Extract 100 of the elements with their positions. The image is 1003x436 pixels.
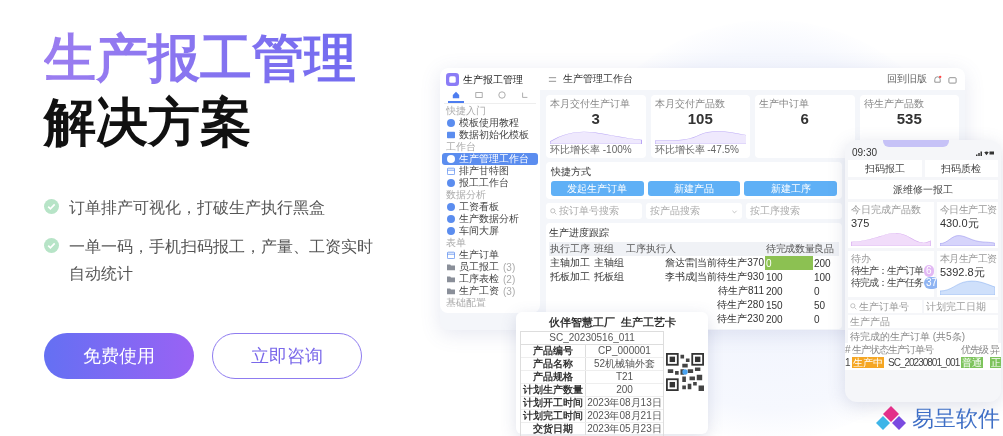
sidebar-item[interactable]: 报工工作台 [442, 177, 538, 189]
column-header: 执行工序 [549, 242, 593, 256]
menu-icon[interactable] [548, 74, 557, 84]
stat-value: 535 [895, 110, 923, 128]
sidebar-item[interactable]: 生产工资 (3) [442, 285, 538, 297]
card-title: 生产工艺卡 [620, 315, 676, 329]
status-icons [976, 149, 994, 156]
phone-time: 09:30 [852, 147, 878, 158]
todo-item[interactable]: 待完成：生产任务 [851, 277, 923, 289]
app-name: 生产报工管理 [463, 72, 523, 87]
scan-tile[interactable]: 扫码质检 [924, 160, 998, 177]
report-tile[interactable]: 派维修一报工 [848, 180, 998, 199]
check-icon [44, 238, 59, 253]
field-label: 产品规格 [521, 371, 586, 383]
sidebar-item[interactable]: 数据初始化模板 [442, 129, 538, 141]
field-value: T21 [614, 371, 635, 383]
field-value: 200 [615, 384, 634, 396]
table-cell: 托板加工 [550, 271, 590, 282]
table-cell: 50 [814, 299, 826, 311]
stat-value: 5392.8元 [940, 266, 985, 278]
nav-tab[interactable] [447, 89, 464, 103]
column-header: # [845, 344, 850, 355]
field-label: 计划开工时间 [521, 397, 586, 409]
table-cell: 李书成|当前待生产930 [664, 271, 764, 282]
sidebar-item[interactable]: 排产甘特图 [442, 165, 538, 177]
stat-label: 今日生产工资 [940, 204, 997, 215]
section-heading: 数据分析 [445, 189, 487, 201]
old-version-link[interactable]: 回到旧版 [887, 72, 927, 86]
table-cell: 100 [814, 271, 831, 283]
list-title: 待完成的生产订单 (共5条) [850, 331, 965, 342]
table-cell-text: 200 [765, 312, 784, 326]
todo-item[interactable]: 待生产：生产订单 [851, 265, 923, 277]
briefcase-icon[interactable] [948, 74, 957, 84]
stat-label: 本月交付产品数 [654, 98, 726, 110]
workspace-title[interactable]: 生产管理工作台 [563, 72, 633, 86]
order-code: SC_20230516_011 [521, 332, 663, 345]
field-label: 计划生产数量 [521, 384, 586, 396]
column-header: 良品 [813, 242, 839, 256]
app-logo-icon [446, 73, 459, 86]
page-icon [447, 179, 455, 187]
corner-icon [520, 91, 529, 99]
table-cell: 詹达雷|当前待生产370 [664, 257, 764, 268]
home-icon [451, 91, 460, 99]
stat-label: 生产中订单 [759, 98, 810, 110]
panel-title: 生产进度跟踪 [549, 227, 609, 238]
column-header: 班组 [593, 242, 625, 256]
column-header: 生产状态 [852, 344, 888, 355]
priority-tag: 普通 [961, 357, 983, 368]
table-cell: 主轴加工 [550, 257, 590, 268]
table-cell: 0 [814, 285, 820, 297]
page-icon [447, 119, 455, 127]
consult-button[interactable]: 立即咨询 [212, 333, 362, 379]
growth-rate: 环比增长率 -47.5% [654, 144, 740, 155]
sidebar-item[interactable]: 生产订单 [442, 249, 538, 261]
area-sparkline [940, 279, 995, 295]
field-value: 52机械轴外套 [592, 358, 657, 370]
sidebar-item[interactable]: 员工报工 (3) [442, 261, 538, 273]
stat-label: 本月生产工资 [940, 253, 997, 264]
hero-subtitle: 解决方案 [44, 91, 253, 154]
column-header: 异 [990, 344, 999, 355]
free-trial-button[interactable]: 免费使用 [44, 333, 194, 379]
stat-value: 375 [851, 217, 870, 229]
section-heading: 表单 [445, 237, 467, 249]
table-cell: 托板组 [594, 271, 624, 282]
feature-text: 订单排产可视化，打破生产执行黑盒 [69, 197, 325, 219]
phone-notch [883, 140, 949, 147]
sidebar-item[interactable]: 生产数据分析 [442, 213, 538, 225]
table-cell: 待生产280 [717, 299, 764, 310]
scan-tile[interactable]: 扫码报工 [848, 160, 922, 177]
section-heading: 工作台 [445, 141, 477, 153]
field-value: 2023年05月23日 [586, 423, 663, 435]
sidebar-item[interactable]: 模板使用教程 [442, 117, 538, 129]
todo-title: 待办 [851, 253, 871, 264]
stat-label: 待生产产品数 [863, 98, 925, 110]
sidebar-item[interactable]: 车间大屏 [442, 225, 538, 237]
grid-icon [447, 131, 455, 139]
table-cell-text: 200 [765, 284, 784, 298]
stat-value: 105 [686, 110, 714, 128]
table-cell: 待生产230 [717, 313, 764, 324]
table-cell: 0 [814, 313, 820, 325]
page-icon [447, 155, 455, 163]
table-cell-text: 150 [765, 298, 784, 312]
sidebar-item[interactable]: 工序表检 (2) [442, 273, 538, 285]
column-header: 生产订单号 [888, 344, 933, 355]
calendar-icon [447, 251, 455, 259]
sidebar-item[interactable]: 工资看板 [442, 201, 538, 213]
calendar-icon [447, 167, 455, 175]
table-cell: 待生产811 [718, 285, 764, 296]
exception-tag: 正 [990, 357, 1001, 368]
stat-label: 今日完成产品数 [851, 204, 921, 215]
bell-icon[interactable] [933, 74, 942, 84]
field-label: 产品编号 [521, 345, 586, 357]
company-name: 伙伴智慧工厂 [548, 315, 615, 329]
search-icon [550, 207, 557, 215]
column-header: 工序执行人 [625, 242, 765, 256]
table-cell: 100 [765, 270, 813, 284]
field-value: CP_000001 [597, 345, 652, 357]
stat-value: 430.0元 [940, 217, 979, 229]
stat-value: 6 [799, 110, 810, 128]
search-icon [850, 303, 857, 310]
